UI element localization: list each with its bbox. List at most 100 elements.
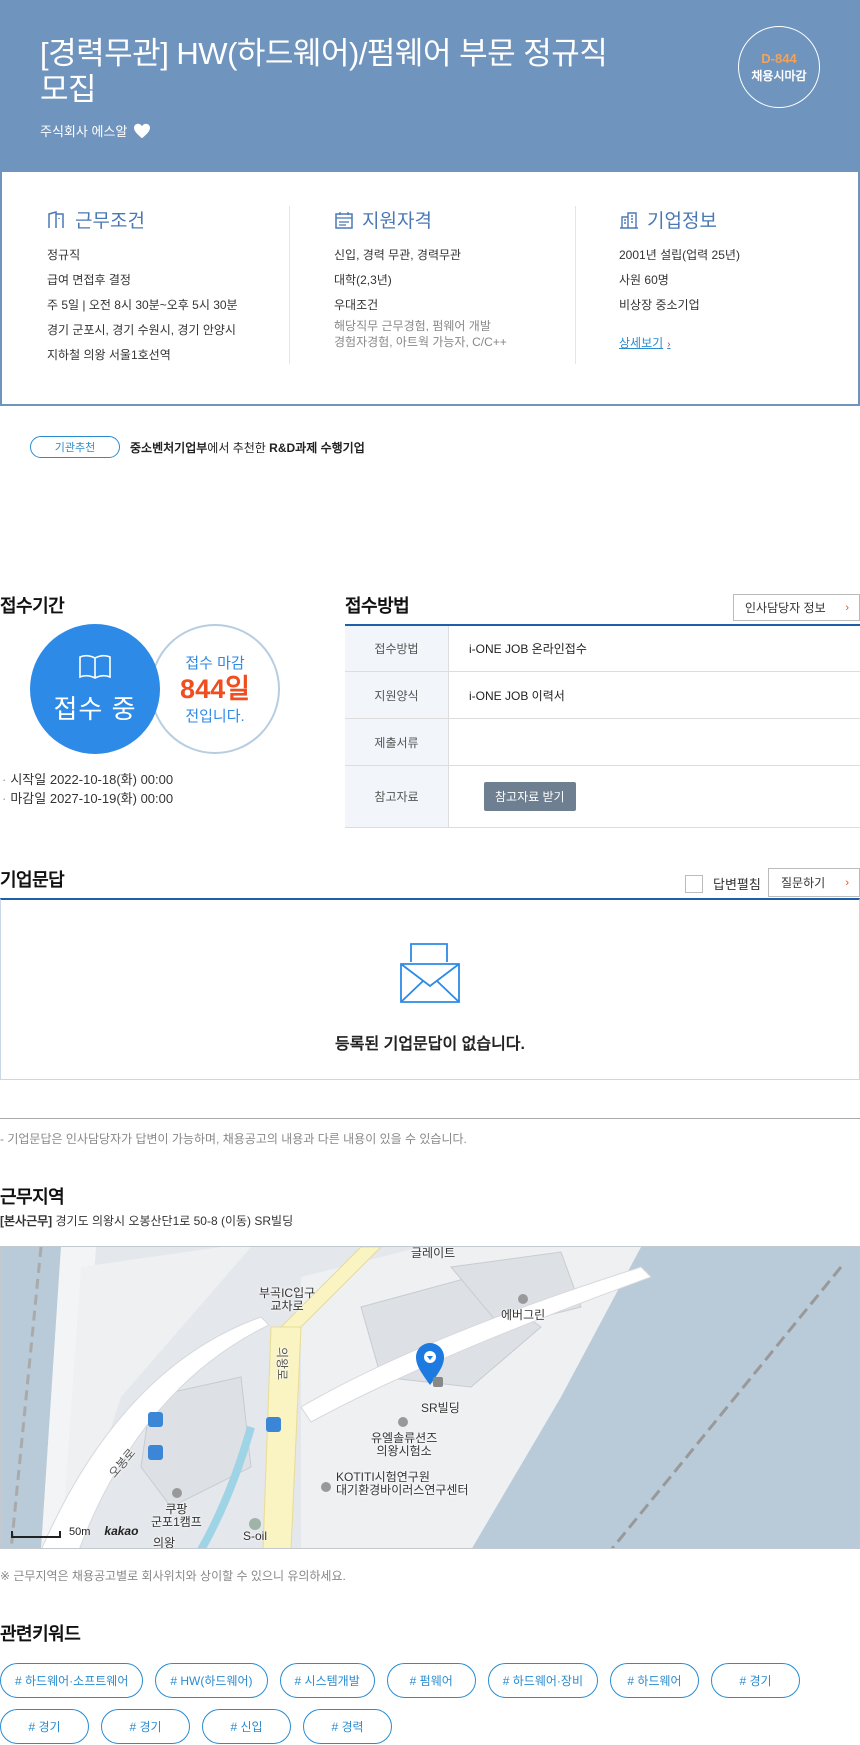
deadline-days: 844일: [180, 674, 250, 704]
apply-title: 접수방법: [345, 596, 410, 616]
keyword-tag[interactable]: # 경기: [711, 1663, 800, 1698]
row-key: 제출서류: [345, 719, 449, 765]
dday-count: D-844: [761, 50, 797, 66]
qna-title: 기업문답: [0, 870, 65, 890]
map-label: 쿠팡 군포1캠프: [151, 1502, 202, 1529]
map-label: SR빌딩: [421, 1401, 460, 1415]
company-info: 기업정보 2001년 설립(업력 25년) 사원 60명 비상장 중소기업 상세…: [619, 206, 860, 352]
company-name[interactable]: 주식회사 에스알: [40, 121, 127, 140]
qualification-line: 우대조건: [334, 298, 379, 312]
qualifications-heading: 지원자격: [334, 206, 594, 233]
preference-detail: 해당직무 근무경험, 펌웨어 개발: [334, 319, 491, 333]
condition-line: 급여 면접후 결정: [47, 273, 131, 287]
keyword-tag[interactable]: # 경기: [0, 1709, 89, 1744]
work-address: [본사근무] 경기도 의왕시 오봉산단1로 50-8 (이동) SR빌딩: [0, 1214, 294, 1228]
row-key: 참고자료: [345, 766, 449, 827]
keyword-tag[interactable]: # 하드웨어: [610, 1663, 699, 1698]
building-door-icon: [48, 210, 64, 228]
row-value: i-ONE JOB 이력서: [469, 688, 565, 703]
chevron-right-icon: ›: [667, 339, 671, 350]
company-info-line: 사원 60명: [619, 273, 669, 287]
ask-question-button[interactable]: 질문하기 ›: [768, 868, 860, 897]
status-circle: 접수 중: [30, 624, 160, 754]
dday-label: 채용시마감: [751, 68, 807, 83]
agency-recommend: 기관추천 중소벤처기업부에서 추천한 R&D과제 수행기업: [30, 436, 365, 458]
agency-text: 중소벤처기업부에서 추천한 R&D과제 수행기업: [130, 440, 365, 455]
map-label: S-oil: [243, 1529, 268, 1543]
map-note: ※ 근무지역은 채용공고별로 회사위치와 상이할 수 있으니 유의하세요.: [0, 1569, 346, 1583]
row-value: i-ONE JOB 온라인접수: [469, 642, 587, 656]
job-header: [경력무관] HW(하드웨어)/펌웨어 부문 정규직 모집 주식회사 에스알 D…: [0, 0, 860, 172]
map-label: 에버그린: [501, 1308, 546, 1322]
agency-badge: 기관추천: [30, 436, 120, 458]
end-date: 마감일 2027-10-19(화) 00:00: [0, 789, 173, 808]
map-label: 유엘솔류션즈 의왕시험소: [371, 1431, 438, 1458]
row-value: [449, 719, 860, 765]
map-label: 부곡IC입구 교차로: [259, 1286, 316, 1313]
keyword-tag[interactable]: # 경력: [303, 1709, 392, 1744]
open-book-icon: [79, 654, 111, 679]
keyword-tag[interactable]: # 하드웨어·소프트웨어: [0, 1663, 144, 1698]
qualifications: 지원자격 신입, 경력 무관, 경력무관 대학(2,3년) 우대조건 해당직무 …: [334, 206, 594, 350]
map-label: KOTITI시험연구원 대기환경바이러스연구센터: [336, 1470, 469, 1497]
dday-badge: D-844 채용시마감: [738, 26, 820, 108]
expand-answers-label: 답변펼침: [713, 877, 761, 892]
condition-line: 주 5일 | 오전 8시 30분~오후 5시 30분: [47, 298, 238, 312]
chevron-right-icon: ›: [845, 876, 849, 889]
keyword-tag[interactable]: # 펌웨어: [386, 1663, 476, 1698]
map-label: 글레이트: [411, 1246, 456, 1260]
scale-label: 50m: [69, 1526, 91, 1538]
map-scale: 50m kakao: [11, 1524, 138, 1538]
period-title: 접수기간: [0, 596, 65, 616]
map-canvas[interactable]: [1, 1247, 860, 1549]
keyword-tag[interactable]: # 신입: [202, 1709, 291, 1744]
work-conditions-heading: 근무조건: [47, 206, 307, 233]
qna-note: - 기업문답은 인사담당자가 답변이 가능하며, 채용공고의 내용과 다른 내용…: [0, 1132, 467, 1146]
keyword-list: # 하드웨어·소프트웨어 # HW(하드웨어) # 시스템개발 # 펌웨어 # …: [0, 1663, 860, 1744]
condition-line: 지하철 의왕 서울1호선역: [47, 348, 171, 362]
period-dates: 시작일 2022-10-18(화) 00:00 마감일 2027-10-19(화…: [0, 770, 173, 808]
row-key: 접수방법: [345, 626, 449, 671]
expand-answers-checkbox[interactable]: [685, 874, 703, 893]
scale-bar: [11, 1531, 61, 1538]
keyword-tag[interactable]: # HW(하드웨어): [155, 1663, 268, 1698]
qualification-line: 대학(2,3년): [334, 273, 392, 287]
map-label: 의왕: [153, 1536, 176, 1549]
row-key: 지원양식: [345, 672, 449, 718]
status-label: 접수 중: [53, 693, 137, 724]
company-row: 주식회사 에스알: [40, 121, 151, 140]
chevron-right-icon: ›: [845, 601, 849, 614]
job-summary: 근무조건 정규직 급여 면접후 결정 주 5일 | 오전 8시 30분~오후 5…: [0, 172, 860, 406]
keyword-tag[interactable]: # 시스템개발: [279, 1663, 375, 1698]
company-info-heading: 기업정보: [619, 206, 860, 233]
hr-contact-button[interactable]: 인사담당자 정보 ›: [733, 594, 860, 621]
preference-detail: 경험자경험, 아트웍 가능자, C/C++: [334, 335, 507, 349]
office-building-icon: [620, 211, 638, 229]
divider: [575, 206, 576, 364]
divider: [0, 1118, 860, 1119]
row-value: 참고자료 받기: [449, 766, 860, 827]
divider: [289, 206, 290, 364]
company-detail-link[interactable]: 상세보기 ›: [619, 334, 671, 351]
deadline-circle: 접수 마감 844일 전입니다.: [150, 624, 280, 754]
keywords-title: 관련키워드: [0, 1624, 81, 1644]
table-row: 참고자료 참고자료 받기: [345, 766, 860, 828]
heart-icon[interactable]: [133, 123, 151, 139]
condition-line: 경기 군포시, 경기 수원시, 경기 안양시: [47, 323, 236, 337]
table-row: 접수방법 i-ONE JOB 온라인접수: [345, 626, 860, 672]
deadline-pre: 접수 마감: [185, 655, 245, 672]
table-row: 지원양식 i-ONE JOB 이력서: [345, 672, 860, 719]
expand-answers-toggle[interactable]: 답변펼침: [685, 874, 761, 893]
company-info-line: 비상장 중소기업: [619, 298, 700, 312]
qualification-line: 신입, 경력 무관, 경력무관: [334, 248, 462, 262]
download-reference-button[interactable]: 참고자료 받기: [484, 782, 576, 811]
location-map[interactable]: 부곡IC입구 교차로 글레이트 에버그린 SR빌딩 유엘솔류션즈 의왕시험소 K…: [0, 1246, 860, 1549]
company-info-line: 2001년 설립(업력 25년): [619, 248, 740, 262]
work-conditions: 근무조건 정규직 급여 면접후 결정 주 5일 | 오전 8시 30분~오후 5…: [47, 206, 307, 368]
keyword-tag[interactable]: # 경기: [101, 1709, 190, 1744]
map-label: 의왕로: [275, 1346, 290, 1381]
keyword-tag[interactable]: # 하드웨어·장비: [487, 1663, 598, 1698]
map-provider-logo: kakao: [104, 1524, 139, 1538]
table-row: 제출서류: [345, 719, 860, 766]
envelope-icon: [400, 943, 460, 1003]
